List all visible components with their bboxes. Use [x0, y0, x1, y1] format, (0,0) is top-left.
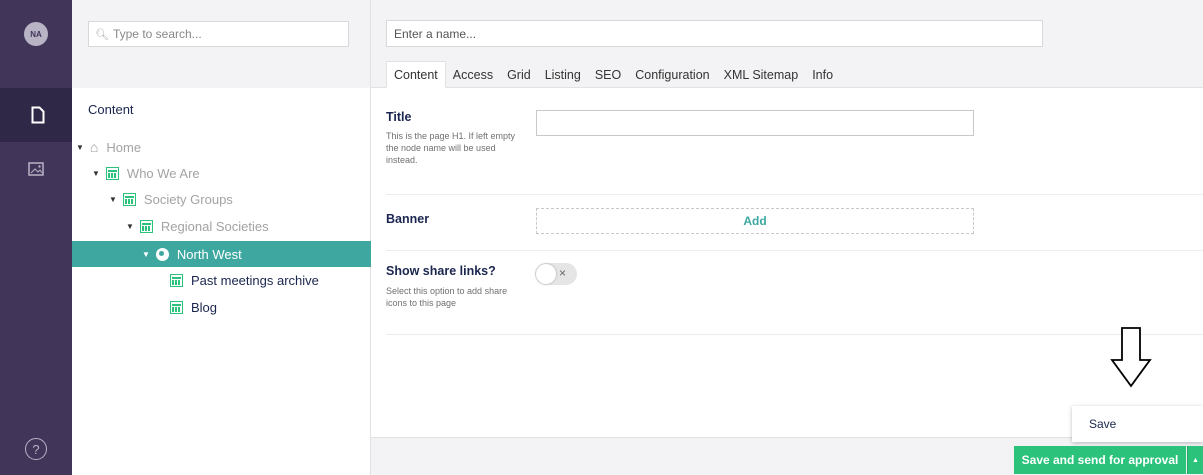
tab-grid[interactable]: Grid [500, 61, 538, 88]
tree-node-who-we-are[interactable]: ▼ Who We Are [72, 160, 371, 186]
caret-down-icon[interactable]: ▼ [109, 195, 117, 204]
home-icon: ⌂ [89, 139, 99, 155]
caret-down-icon[interactable]: ▼ [76, 143, 84, 152]
toggle-knob [536, 264, 556, 284]
property-label: Title [386, 110, 412, 124]
tab-info[interactable]: Info [805, 61, 840, 88]
content-tree-panel: 🔍︎ Type to search... Content ▼ ⌂ Home ▼ … [72, 0, 371, 475]
globe-icon [155, 247, 169, 261]
tab-access[interactable]: Access [446, 61, 500, 88]
image-icon [28, 162, 44, 176]
document-icon [122, 192, 136, 206]
tree-node-blog[interactable]: Blog [72, 294, 371, 320]
property-description: Select this option to add share icons to… [386, 286, 508, 308]
property-description: This is the page H1. If left empty the n… [386, 131, 516, 165]
app-sidebar: NA ? [0, 0, 72, 475]
caret-down-icon[interactable]: ▼ [92, 169, 100, 178]
tree-header: 🔍︎ Type to search... [72, 0, 370, 88]
property-label: Show share links? [386, 264, 496, 278]
tab-content[interactable]: Content [386, 61, 446, 88]
save-menu: Save [1072, 406, 1203, 442]
title-input[interactable] [536, 110, 974, 136]
tab-configuration[interactable]: Configuration [628, 61, 716, 88]
node-name-input[interactable]: Enter a name... [386, 20, 1043, 47]
tab-seo[interactable]: SEO [588, 61, 628, 88]
tab-xml-sitemap[interactable]: XML Sitemap [717, 61, 806, 88]
save-menu-item[interactable]: Save [1089, 417, 1116, 431]
tree-node-regional-societies[interactable]: ▼ Regional Societies [72, 213, 371, 239]
caret-up-icon[interactable]: ▲ [1187, 446, 1203, 474]
tree-node-past-meetings[interactable]: Past meetings archive [72, 267, 371, 293]
search-placeholder: Type to search... [112, 27, 202, 41]
caret-down-icon[interactable]: ▼ [142, 250, 150, 259]
document-icon [105, 166, 119, 180]
help-icon[interactable]: ? [25, 438, 47, 460]
avatar[interactable]: NA [24, 22, 48, 46]
search-input[interactable]: 🔍︎ Type to search... [88, 21, 349, 47]
editor-header: Enter a name... Content Access Grid List… [371, 0, 1203, 88]
property-share-links: Show share links? Select this option to … [386, 252, 1203, 335]
document-icon [31, 106, 45, 124]
tab-listing[interactable]: Listing [538, 61, 588, 88]
tree-section-title: Content [88, 102, 134, 117]
down-arrow-annotation-icon [1110, 327, 1152, 388]
media-section-button[interactable] [0, 142, 72, 196]
document-icon [139, 219, 153, 233]
save-and-send-for-approval-button[interactable]: Save and send for approval [1014, 446, 1186, 474]
tree-node-society-groups[interactable]: ▼ Society Groups [72, 186, 371, 212]
share-links-toggle[interactable]: × [535, 263, 577, 285]
tree-node-home[interactable]: ▼ ⌂ Home [72, 134, 371, 160]
toggle-off-icon: × [559, 266, 567, 280]
property-label: Banner [386, 212, 430, 226]
banner-add-button[interactable]: Add [536, 208, 974, 234]
document-icon [170, 273, 183, 287]
node-name-placeholder: Enter a name... [394, 26, 477, 41]
document-icon [170, 300, 183, 314]
search-icon: 🔍︎ [95, 28, 109, 41]
tree-node-north-west[interactable]: ▼ North West [72, 241, 371, 267]
editor-tabs: Content Access Grid Listing SEO Configur… [386, 61, 840, 88]
caret-down-icon[interactable]: ▼ [126, 222, 134, 231]
content-section-button[interactable] [0, 88, 72, 142]
